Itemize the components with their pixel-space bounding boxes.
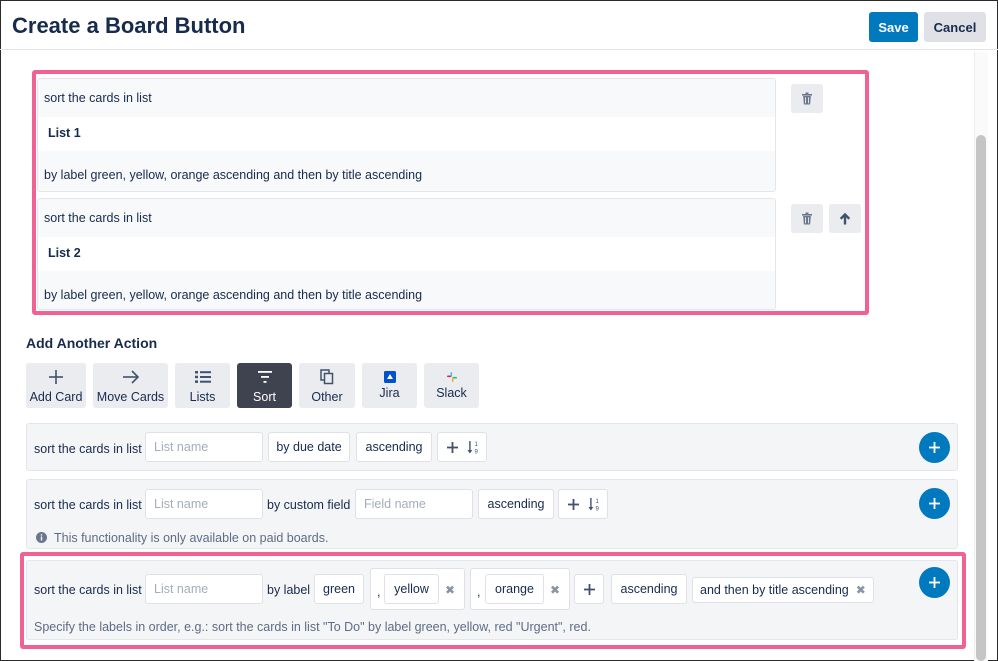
add-sort-criteria-button[interactable]: 19	[437, 432, 487, 462]
highlight-frame	[32, 70, 869, 315]
svg-text:1: 1	[475, 442, 479, 448]
copy-icon	[320, 369, 334, 385]
svg-text:9: 9	[475, 450, 479, 456]
add-action-button[interactable]	[919, 432, 950, 463]
tile-sort[interactable]: Sort	[237, 363, 292, 408]
order-select[interactable]: ascending	[356, 432, 432, 462]
list-name-input[interactable]: List name	[145, 432, 263, 462]
save-button[interactable]: Save	[869, 12, 918, 42]
highlight-frame	[20, 552, 966, 649]
plus-icon	[929, 442, 940, 453]
header: Create a Board Button Save Cancel	[0, 0, 998, 50]
tile-slack[interactable]: Slack	[424, 363, 479, 408]
custom-field-label: by custom field	[267, 498, 351, 512]
sort-numeric-icon: 19	[467, 441, 479, 456]
add-action-button[interactable]	[919, 488, 950, 519]
plus-icon	[568, 499, 579, 510]
jira-icon	[383, 371, 396, 383]
scrollbar-thumb[interactable]	[976, 135, 986, 661]
svg-text:9: 9	[596, 507, 600, 513]
add-action-title: Add Another Action	[26, 335, 158, 351]
row-prefix: sort the cards in list	[34, 442, 142, 456]
arrow-right-icon	[122, 370, 139, 384]
list-icon	[194, 371, 211, 383]
paid-boards-info: This functionality is only available on …	[54, 531, 329, 545]
tile-add-card[interactable]: Add Card	[26, 363, 86, 408]
page-title: Create a Board Button	[12, 13, 246, 38]
sort-numeric-icon: 19	[588, 498, 600, 513]
sort-by-custom-field-row: sort the cards in list List name by cust…	[26, 479, 958, 549]
tile-other[interactable]: Other	[299, 363, 355, 408]
order-select[interactable]: ascending	[478, 489, 554, 519]
list-name-input[interactable]: List name	[145, 489, 263, 519]
add-sort-criteria-button[interactable]: 19	[558, 489, 608, 519]
row-prefix: sort the cards in list	[34, 498, 142, 512]
due-date-chip[interactable]: by due date	[268, 432, 350, 462]
svg-text:1: 1	[596, 499, 600, 505]
field-name-input[interactable]: Field name	[355, 489, 473, 519]
tile-move-cards[interactable]: Move Cards	[93, 363, 168, 408]
plus-icon	[447, 442, 458, 453]
sort-icon	[257, 371, 272, 383]
info-icon	[36, 532, 47, 543]
slack-icon	[446, 372, 457, 382]
cancel-button[interactable]: Cancel	[924, 12, 986, 42]
sort-by-due-date-row: sort the cards in list List name by due …	[26, 423, 958, 471]
tile-jira[interactable]: Jira	[362, 363, 417, 408]
plus-icon	[929, 498, 940, 509]
tile-lists[interactable]: Lists	[175, 363, 230, 408]
plus-icon	[49, 370, 63, 384]
